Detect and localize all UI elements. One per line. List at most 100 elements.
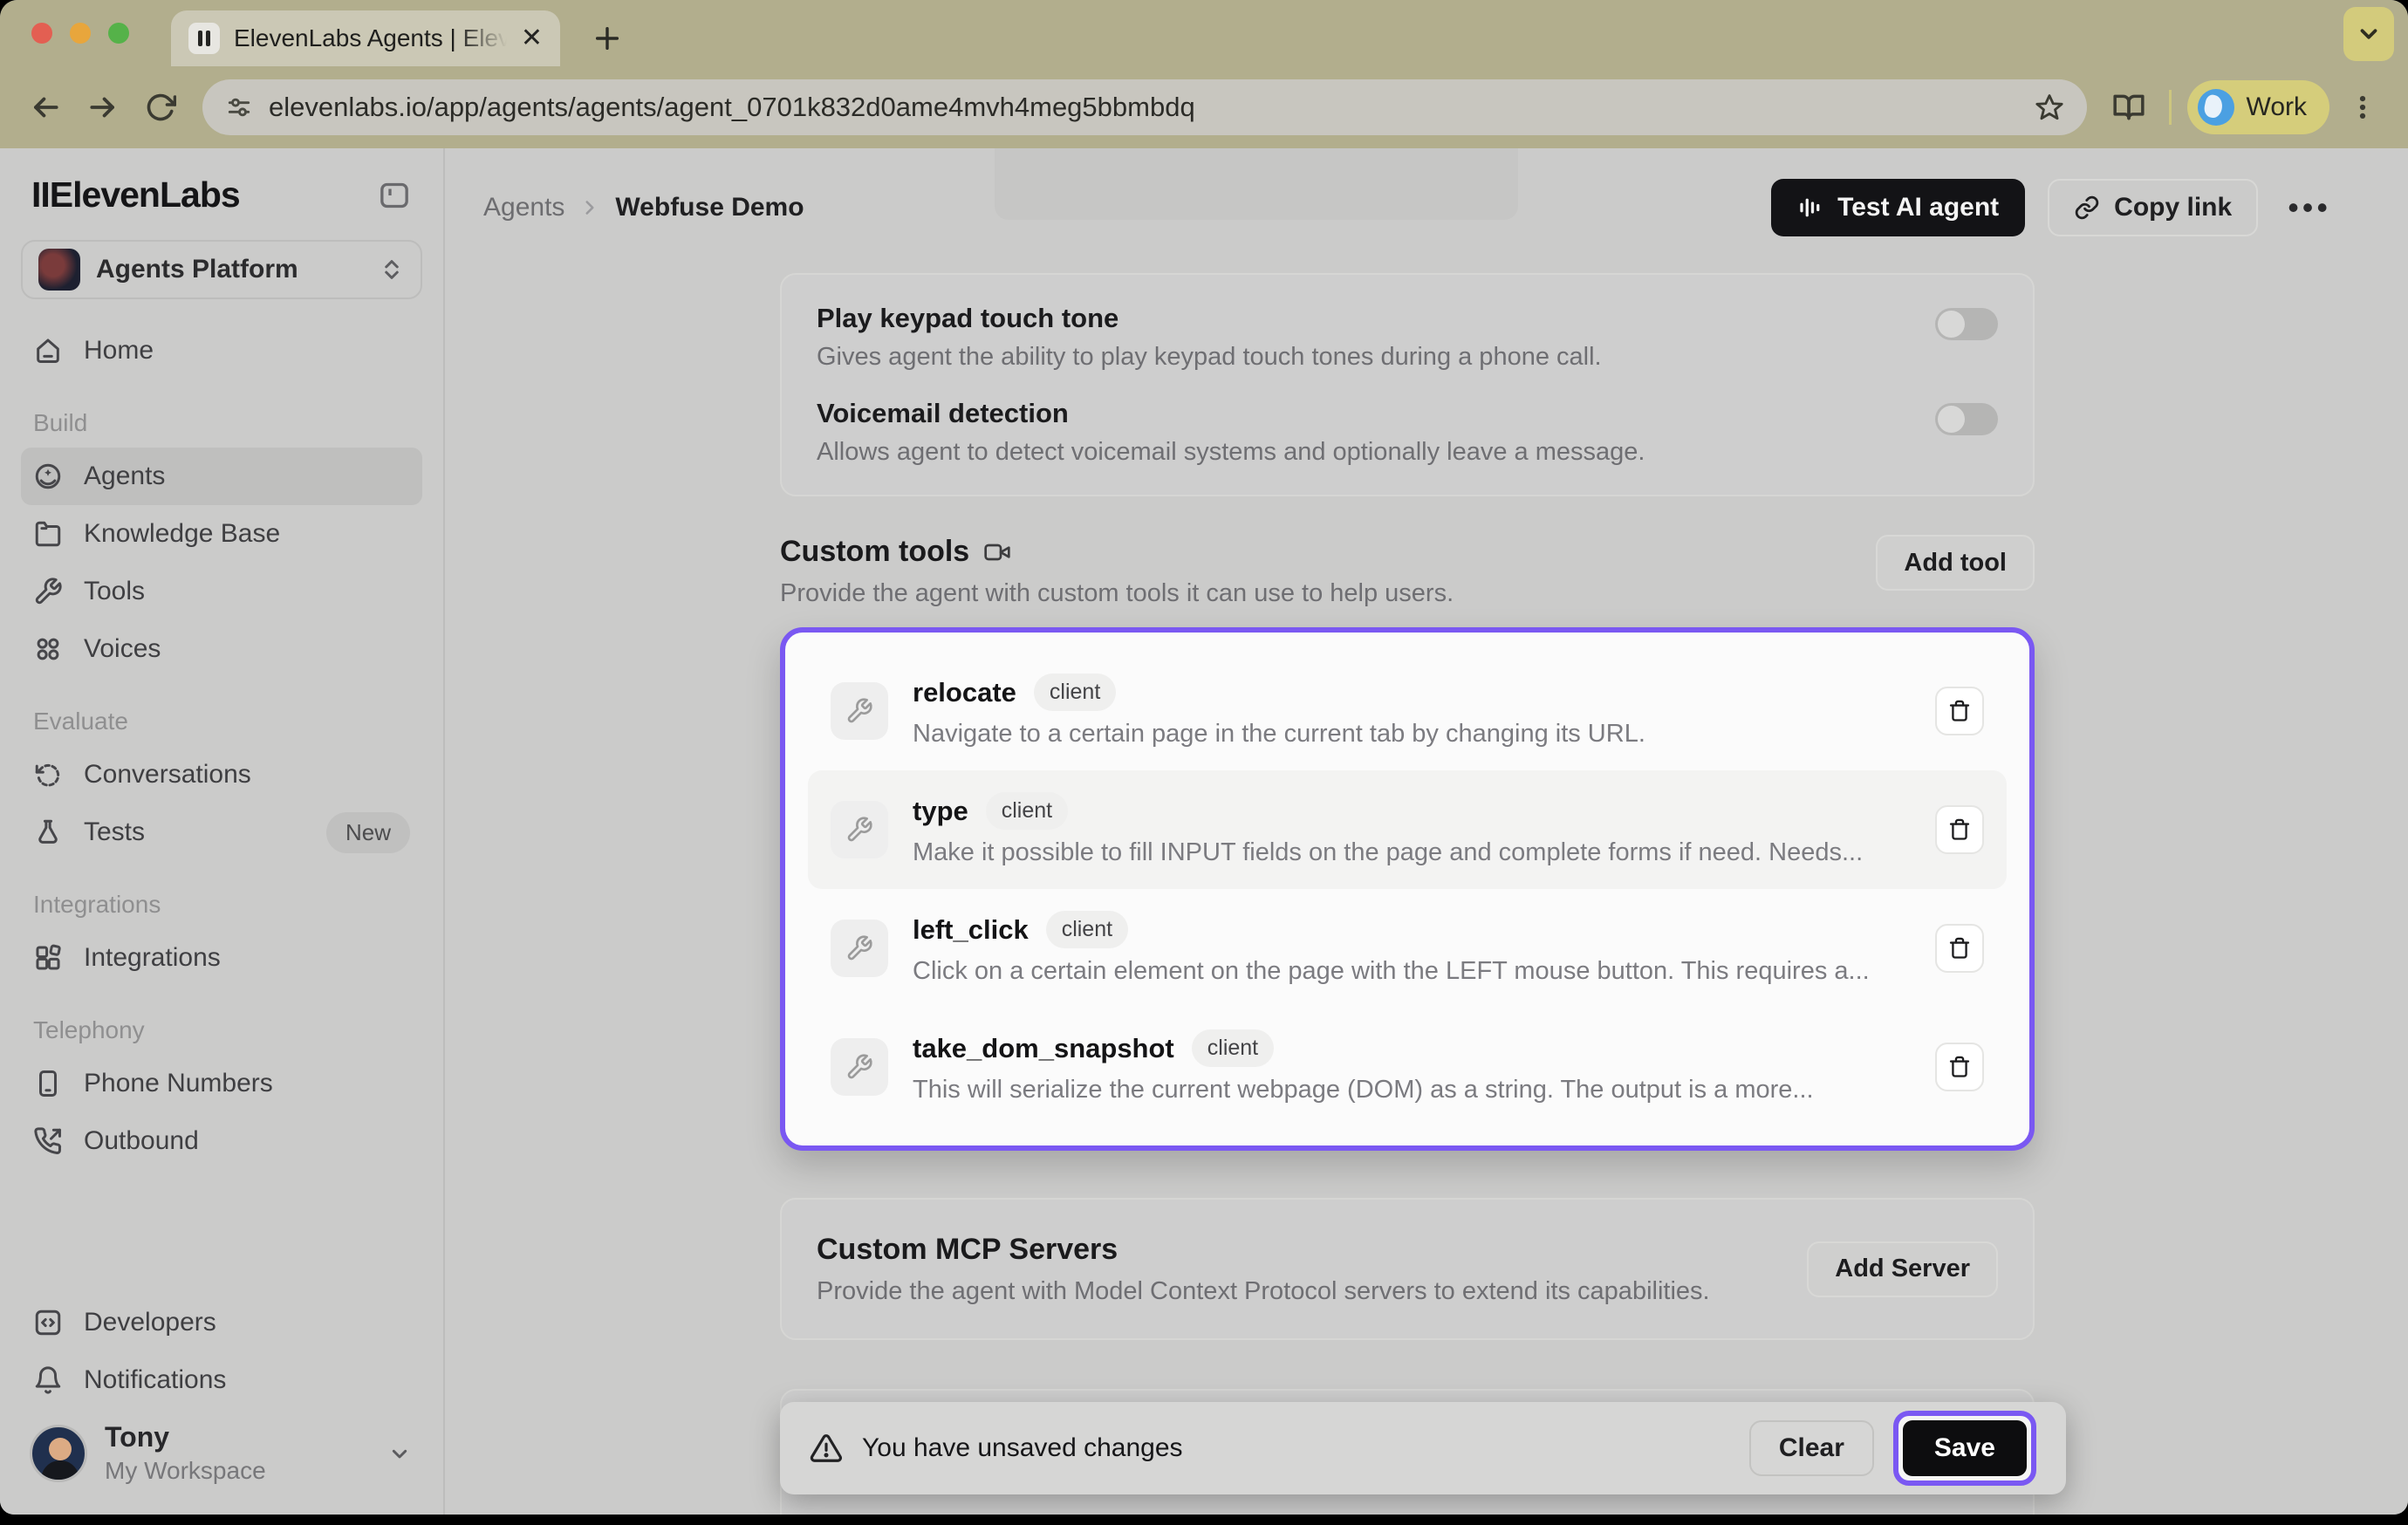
custom-tools-card: relocate client Navigate to a certain pa… [780, 627, 2035, 1151]
tool-name: relocate [913, 677, 1016, 708]
sidebar-section-integrations: Integrations [21, 861, 422, 929]
browser-tabstrip: ElevenLabs Agents | ElevenLa ✕ [0, 0, 2408, 66]
wrench-icon [831, 801, 888, 858]
copy-link-button[interactable]: Copy link [2048, 179, 2258, 236]
unsaved-message: You have unsaved changes [862, 1433, 1183, 1463]
sidebar-item-label: Notifications [84, 1365, 410, 1395]
site-settings-icon[interactable] [225, 93, 253, 121]
tool-row-relocate[interactable]: relocate client Navigate to a certain pa… [808, 652, 2007, 770]
delete-tool-button[interactable] [1935, 1043, 1984, 1091]
toolbar-divider [2169, 90, 2172, 125]
agents-platform-icon [38, 249, 80, 291]
trash-icon [1947, 1055, 1972, 1079]
reading-list-icon[interactable] [2104, 83, 2153, 132]
browser-window: ElevenLabs Agents | ElevenLa ✕ elevenlab… [0, 0, 2408, 1515]
workspace-picker[interactable]: Agents Platform [21, 240, 422, 299]
forward-button[interactable] [79, 83, 127, 132]
chevron-right-icon [578, 196, 601, 219]
tool-badge: client [1034, 674, 1116, 711]
sidebar-item-notifications[interactable]: Notifications [21, 1351, 422, 1409]
tool-row-type[interactable]: type client Make it possible to fill INP… [808, 770, 2007, 889]
tool-row-take-dom-snapshot[interactable]: take_dom_snapshot client This will seria… [808, 1008, 2007, 1126]
browser-tab[interactable]: ElevenLabs Agents | ElevenLa ✕ [171, 10, 560, 66]
clear-button[interactable]: Clear [1749, 1420, 1874, 1476]
url-text: elevenlabs.io/app/agents/agents/agent_07… [269, 92, 2019, 123]
test-ai-agent-button[interactable]: Test AI agent [1771, 179, 2025, 236]
tool-desc: Make it possible to fill INPUT fields on… [913, 838, 1912, 867]
add-tool-button[interactable]: Add tool [1876, 535, 2035, 591]
delete-tool-button[interactable] [1935, 924, 1984, 973]
phone-outgoing-icon [33, 1126, 63, 1156]
elevenlabs-favicon-icon [188, 23, 220, 54]
main-panel: Agents Webfuse Demo Test AI agent Copy l… [445, 148, 2408, 1515]
sidebar-item-label: Home [84, 336, 410, 366]
sidebar-item-home[interactable]: Home [21, 322, 422, 380]
tool-badge: client [1046, 911, 1128, 948]
wrench-icon [831, 1038, 888, 1096]
sidebar-item-tests[interactable]: Tests New [21, 804, 422, 861]
user-menu[interactable]: Tony My Workspace [21, 1409, 422, 1501]
video-icon [983, 538, 1011, 566]
play-keypad-toggle[interactable] [1935, 308, 1998, 340]
sidebar-item-tools[interactable]: Tools [21, 563, 422, 620]
sidebar-item-integrations[interactable]: Integrations [21, 929, 422, 987]
code-icon [33, 1308, 63, 1337]
sidebar-item-knowledge-base[interactable]: Knowledge Base [21, 505, 422, 563]
setting-row-keypad: Play keypad touch tone Gives agent the a… [817, 303, 1998, 372]
voicemail-detection-toggle[interactable] [1935, 403, 1998, 435]
reload-button[interactable] [136, 83, 185, 132]
sidebar-item-label: Knowledge Base [84, 519, 410, 549]
delete-tool-button[interactable] [1935, 805, 1984, 854]
elevenlabs-logo: IIElevenLabs [31, 174, 240, 215]
address-bar[interactable]: elevenlabs.io/app/agents/agents/agent_07… [202, 79, 2087, 135]
profile-chip[interactable]: Work [2187, 80, 2329, 134]
tool-row-left-click[interactable]: left_click client Click on a certain ele… [808, 889, 2007, 1008]
tool-desc: Click on a certain element on the page w… [913, 957, 1912, 986]
more-options-button[interactable]: ••• [2281, 189, 2338, 226]
delete-tool-button[interactable] [1935, 687, 1984, 735]
zoom-window-button[interactable] [108, 23, 129, 44]
trash-icon [1947, 817, 1972, 842]
folder-icon [33, 519, 63, 549]
breadcrumb-agents[interactable]: Agents [483, 193, 564, 222]
new-tab-button[interactable] [586, 17, 628, 59]
browser-toolbar: elevenlabs.io/app/agents/agents/agent_07… [0, 66, 2408, 148]
mcp-title: Custom MCP Servers [817, 1233, 1710, 1267]
tool-badge: client [986, 792, 1068, 830]
save-button[interactable]: Save [1903, 1420, 2027, 1476]
sidebar-item-developers[interactable]: Developers [21, 1294, 422, 1351]
link-icon [2074, 195, 2100, 221]
sidebar-item-label: Tests [84, 817, 305, 847]
back-button[interactable] [21, 83, 70, 132]
tool-badge: client [1192, 1029, 1274, 1067]
browser-menu-icon[interactable] [2338, 83, 2387, 132]
tab-close-icon[interactable]: ✕ [521, 25, 543, 51]
breadcrumb-current: Webfuse Demo [615, 193, 804, 222]
close-window-button[interactable] [31, 23, 52, 44]
history-icon [33, 760, 63, 790]
sidebar-item-conversations[interactable]: Conversations [21, 746, 422, 804]
sidebar-item-outbound[interactable]: Outbound [21, 1112, 422, 1170]
sidebar-item-label: Integrations [84, 943, 410, 973]
sidebar-item-label: Voices [84, 634, 410, 664]
voices-icon [33, 634, 63, 664]
mcp-desc: Provide the agent with Model Context Pro… [817, 1277, 1710, 1306]
new-badge: New [326, 812, 410, 853]
minimize-window-button[interactable] [70, 23, 91, 44]
sidebar-item-agents[interactable]: Agents [21, 448, 422, 505]
sidebar-section-telephony: Telephony [21, 987, 422, 1055]
tab-search-button[interactable] [2343, 7, 2394, 61]
tool-desc: Navigate to a certain page in the curren… [913, 720, 1912, 749]
custom-tools-desc: Provide the agent with custom tools it c… [780, 579, 1454, 608]
collapse-sidebar-icon[interactable] [377, 178, 412, 213]
bookmark-star-icon[interactable] [2035, 92, 2064, 122]
sidebar: IIElevenLabs Agents Platform Home Build [0, 148, 445, 1515]
macos-traffic-lights [31, 23, 129, 44]
sidebar-item-voices[interactable]: Voices [21, 620, 422, 678]
add-server-button[interactable]: Add Server [1807, 1241, 1998, 1297]
sidebar-item-label: Tools [84, 577, 410, 606]
sidebar-item-phone-numbers[interactable]: Phone Numbers [21, 1055, 422, 1112]
chevron-down-icon [386, 1440, 414, 1467]
home-icon [33, 336, 63, 366]
user-workspace: My Workspace [105, 1457, 266, 1485]
